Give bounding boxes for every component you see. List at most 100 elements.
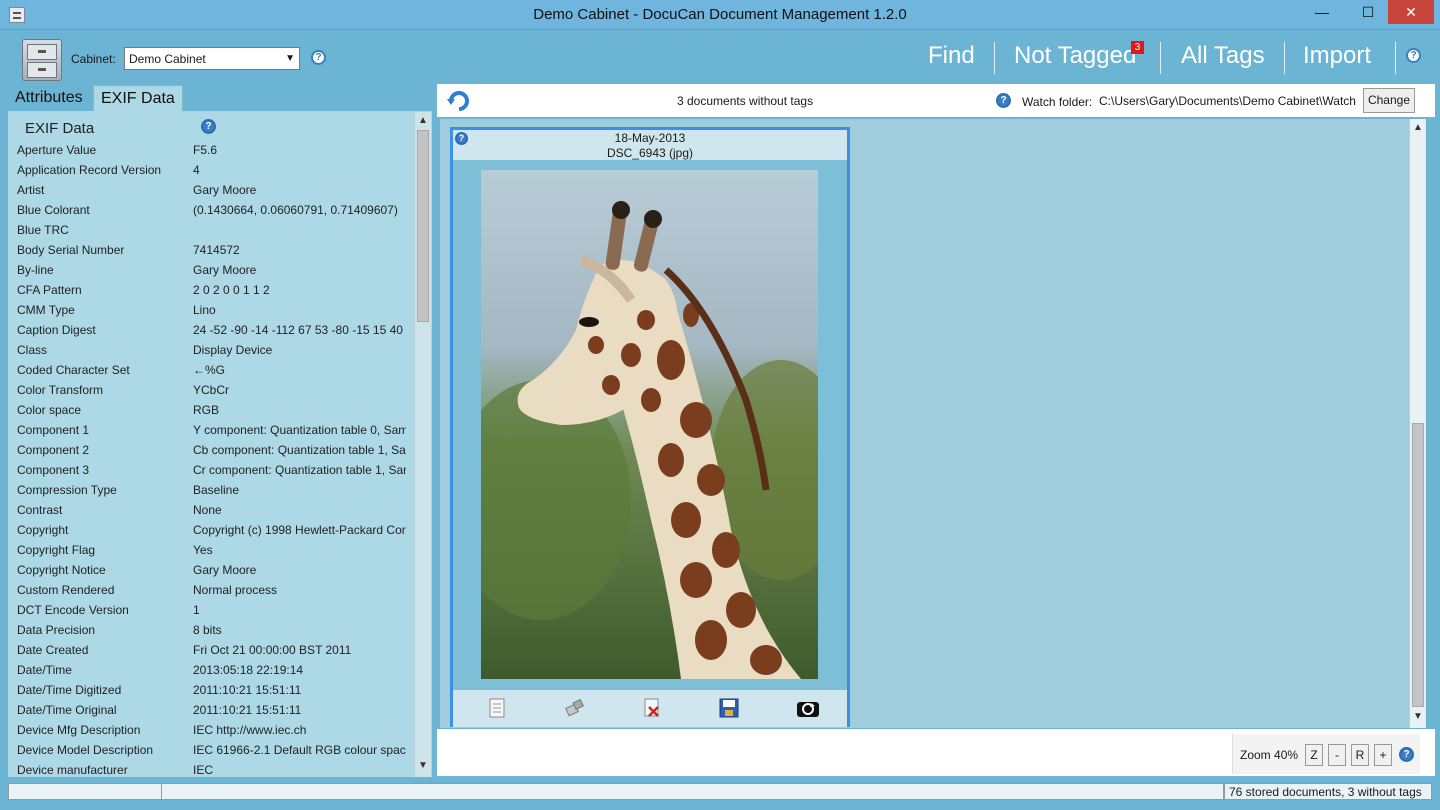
- exif-value: YCbCr: [193, 383, 230, 397]
- exif-value: (0.1430664, 0.06060791, 0.71409607): [193, 203, 398, 217]
- exif-key: Copyright: [17, 523, 69, 537]
- tab-exif[interactable]: EXIF Data: [93, 85, 183, 111]
- tab-bar: Attributes EXIF Data: [8, 84, 432, 111]
- zoom-in-button[interactable]: +: [1374, 744, 1392, 766]
- documents-count: 3 documents without tags: [677, 94, 814, 108]
- exif-key: Class: [17, 343, 48, 357]
- maximize-button[interactable]: ☐: [1348, 0, 1388, 24]
- exif-value: Cb component: Quantization table 1, Sar: [193, 443, 406, 457]
- exif-value: 2011:10:21 15:51:11: [193, 683, 302, 697]
- scroll-up-icon[interactable]: ▲: [415, 115, 431, 126]
- exif-key: Copyright Flag: [17, 543, 96, 557]
- exif-heading: EXIF Data: [25, 120, 95, 137]
- exif-value: IEC http://www.iec.ch: [193, 723, 307, 737]
- help-icon[interactable]: ?: [1399, 747, 1414, 762]
- exif-key: Component 2: [17, 443, 90, 457]
- document-thumbnail[interactable]: [481, 170, 818, 679]
- exif-row: Component 1 Y component: Quantization tab…: [17, 423, 406, 443]
- exif-key: Blue TRC: [17, 223, 69, 237]
- exif-key: Color space: [17, 403, 82, 417]
- exif-row: Caption Digest 24 -52 -90 -14 -112 67 53 …: [17, 323, 406, 343]
- exif-row: By-line Gary Moore: [17, 263, 406, 283]
- all-tags-button[interactable]: All Tags: [1181, 42, 1265, 70]
- exif-row: Date/Time Digitized 2011:10:21 15:51:11: [17, 683, 406, 703]
- exif-row: Color space RGB: [17, 403, 406, 423]
- exif-row: Color Transform YCbCr: [17, 383, 406, 403]
- exif-scrollbar[interactable]: ▲ ▼: [414, 112, 431, 777]
- title-bar: Demo Cabinet - DocuCan Document Manageme…: [0, 0, 1440, 30]
- document-card-header: ? 18-May-2013 DSC_6943 (jpg): [453, 130, 847, 160]
- rotate-icon[interactable]: [796, 698, 820, 718]
- scroll-down-icon[interactable]: ▼: [1410, 711, 1426, 722]
- help-icon[interactable]: ?: [311, 50, 326, 65]
- document-card[interactable]: ? 18-May-2013 DSC_6943 (jpg): [450, 127, 850, 727]
- exif-key: Artist: [17, 183, 45, 197]
- exif-row: DCT Encode Version 1: [17, 603, 406, 623]
- help-icon[interactable]: ?: [201, 119, 216, 134]
- exif-row: Application Record Version 4: [17, 163, 406, 183]
- exif-value: IEC 61966-2.1 Default RGB colour space -: [193, 743, 406, 757]
- help-icon[interactable]: ?: [1406, 48, 1421, 63]
- nav-divider: [1284, 42, 1285, 74]
- exif-value: Y component: Quantization table 0, Sam: [193, 423, 406, 437]
- exif-key: Coded Character Set: [17, 363, 130, 377]
- exif-key: CFA Pattern: [17, 283, 82, 297]
- exif-row: Date/Time 2013:05:18 22:19:14: [17, 663, 406, 683]
- exif-value: Copyright (c) 1998 Hewlett-Packard Com: [193, 523, 406, 537]
- exif-row: Aperture Value F5.6: [17, 143, 406, 163]
- exif-value: Yes: [193, 543, 213, 557]
- exif-key: Date/Time Digitized: [17, 683, 122, 697]
- exif-value: 1: [193, 603, 200, 617]
- exif-row: Copyright Copyright (c) 1998 Hewlett-Pack…: [17, 523, 406, 543]
- refresh-icon[interactable]: [446, 89, 472, 113]
- exif-row: Component 3 Cr component: Quantization ta…: [17, 463, 406, 483]
- scrollbar-thumb[interactable]: [417, 130, 429, 322]
- exif-row: Device Model Description IEC 61966-2.1 De…: [17, 743, 406, 763]
- exif-row: Coded Character Set ←%G: [17, 363, 406, 383]
- exif-key: Device manufacturer: [17, 763, 128, 777]
- scrollbar-thumb[interactable]: [1412, 423, 1424, 707]
- not-tagged-button[interactable]: Not Tagged: [1014, 42, 1136, 70]
- document-icon[interactable]: [487, 698, 507, 718]
- nav-divider: [1160, 42, 1161, 74]
- save-icon[interactable]: [719, 698, 739, 718]
- exif-key: Color Transform: [17, 383, 104, 397]
- exif-value: 8 bits: [193, 623, 222, 637]
- exif-row: Component 2 Cb component: Quantization ta…: [17, 443, 406, 463]
- import-button[interactable]: Import: [1303, 42, 1371, 70]
- delete-icon[interactable]: [642, 698, 662, 718]
- watch-folder-path: C:\Users\Gary\Documents\Demo Cabinet\Wat…: [1099, 94, 1356, 108]
- cabinet-icon: [22, 39, 62, 81]
- help-icon[interactable]: ?: [996, 93, 1011, 108]
- exif-value: Lino: [193, 303, 216, 317]
- tag-icon[interactable]: [565, 698, 585, 718]
- exif-value: None: [193, 503, 222, 517]
- exif-value: 4: [193, 163, 200, 177]
- zoom-out-button[interactable]: -: [1328, 744, 1346, 766]
- minimize-button[interactable]: —: [1302, 0, 1342, 24]
- zoom-fit-button[interactable]: Z: [1305, 744, 1323, 766]
- exif-key: Body Serial Number: [17, 243, 125, 257]
- document-name: DSC_6943 (jpg): [606, 146, 694, 160]
- zoom-reset-button[interactable]: R: [1351, 744, 1369, 766]
- tab-attributes[interactable]: Attributes: [8, 85, 90, 111]
- exif-row: Body Serial Number 7414572: [17, 243, 406, 263]
- status-text: 76 stored documents, 3 without tags: [1224, 783, 1432, 800]
- scroll-up-icon[interactable]: ▲: [1410, 122, 1426, 133]
- exif-key: Date/Time: [17, 663, 72, 677]
- exif-row: Blue Colorant (0.1430664, 0.06060791, 0.7…: [17, 203, 406, 223]
- change-button[interactable]: Change: [1363, 88, 1415, 113]
- exif-value: Normal process: [193, 583, 278, 597]
- cabinet-select[interactable]: Demo Cabinet ▼: [124, 47, 300, 70]
- exif-key: Compression Type: [17, 483, 117, 497]
- exif-value: 2013:05:18 22:19:14: [193, 663, 304, 677]
- close-button[interactable]: ✕: [1388, 0, 1434, 24]
- exif-value: RGB: [193, 403, 220, 417]
- exif-value: ←%G: [193, 363, 226, 377]
- grid-scrollbar[interactable]: ▲ ▼: [1409, 119, 1426, 728]
- exif-value: Display Device: [193, 343, 273, 357]
- find-button[interactable]: Find: [928, 42, 975, 70]
- scroll-down-icon[interactable]: ▼: [415, 760, 431, 771]
- exif-key: Contrast: [17, 503, 63, 517]
- exif-key: Custom Rendered: [17, 583, 115, 597]
